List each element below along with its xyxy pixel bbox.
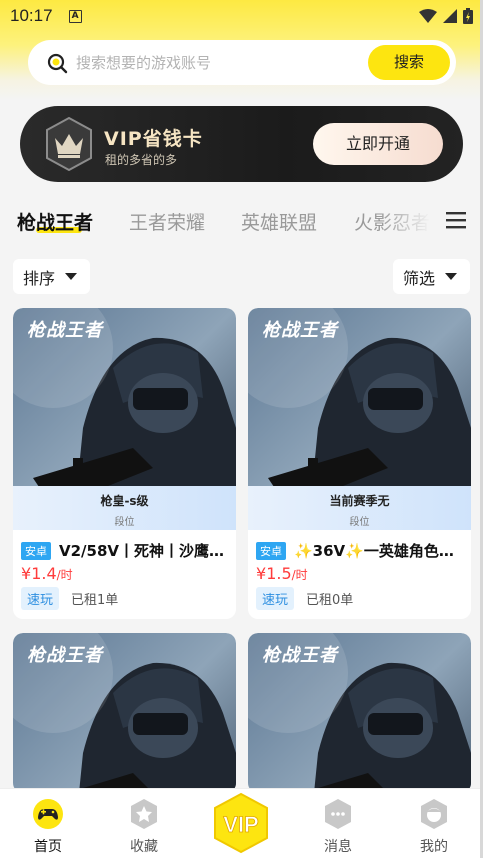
rank-label: 段位 <box>114 517 135 528</box>
rank-banner: 枪皇-s级 段位 <box>13 486 236 530</box>
chat-bubble-icon <box>325 799 351 829</box>
game-category-tabs: 枪战王者 王者荣耀 英雄联盟 火影忍者 <box>0 200 483 240</box>
vip-badge-text: VIP <box>223 812 258 837</box>
rank-label: 段位 <box>349 517 370 528</box>
nav-vip[interactable]: VIP <box>212 792 270 854</box>
game-cover-image: 枪战王者 <box>13 633 236 793</box>
os-badge: 安卓 <box>256 541 286 560</box>
vip-card-title: VIP省钱卡 <box>104 128 203 150</box>
status-bar: 10:17 A <box>0 0 483 32</box>
dropdown-caret-icon <box>65 273 78 280</box>
sort-dropdown[interactable]: 排序 <box>13 259 90 294</box>
tab-lol[interactable]: 英雄联盟 <box>241 208 317 235</box>
filter-dropdown[interactable]: 筛选 <box>393 259 470 294</box>
dropdown-caret-icon <box>445 273 458 280</box>
vip-card-subtitle: 租的多省的多 <box>105 153 178 167</box>
crown-badge-icon <box>46 116 92 172</box>
account-card[interactable]: 枪战王者 <box>248 633 471 793</box>
account-title: V2/58V丨死神丨沙鹰… <box>59 542 225 560</box>
nav-messages[interactable]: 消息 <box>308 797 368 856</box>
nav-home[interactable]: 首页 <box>18 797 78 856</box>
status-time: 10:17 <box>10 6 53 25</box>
wifi-icon <box>419 9 437 23</box>
account-card[interactable]: 枪战王者 <box>13 633 236 793</box>
search-button[interactable]: 搜索 <box>368 45 450 80</box>
menu-icon[interactable] <box>444 210 468 230</box>
activate-vip-button[interactable]: 立即开通 <box>313 123 443 165</box>
tab-qiangzhan[interactable]: 枪战王者 <box>17 208 93 235</box>
vip-badge-icon: VIP <box>214 792 268 854</box>
price: ¥1.4/时 <box>21 564 73 583</box>
os-badge: 安卓 <box>21 541 51 560</box>
search-icon <box>47 53 68 73</box>
account-card[interactable]: 枪战王者 枪皇-s级 段位 安卓 V2/58V丨死神丨沙鹰… ¥1.4/时 速玩… <box>13 308 236 619</box>
rented-count: 已租0单 <box>306 593 354 608</box>
rank-title: 枪皇-s级 <box>100 494 149 508</box>
fast-play-tag: 速玩 <box>256 587 295 610</box>
rank-title: 当前赛季无 <box>329 494 390 508</box>
rank-banner: 当前赛季无 段位 <box>248 486 471 530</box>
search-input[interactable]: 搜索想要的游戏账号 <box>76 52 211 73</box>
battery-charging-icon <box>463 8 473 24</box>
cover-title: 枪战王者 <box>27 320 103 341</box>
cellular-signal-icon <box>443 9 457 23</box>
star-icon <box>131 799 157 829</box>
cover-title: 枪战王者 <box>262 645 338 666</box>
gamepad-icon <box>33 799 63 829</box>
nav-profile[interactable]: 我的 <box>404 797 464 856</box>
bottom-navigation: 首页 收藏 VIP 消息 我的 <box>0 788 483 858</box>
vip-savings-card[interactable]: VIP省钱卡 租的多省的多 立即开通 <box>20 106 463 182</box>
notification-icon: A <box>68 9 82 23</box>
account-title: ✨36V✨一英雄角色… <box>294 542 454 560</box>
nav-favorites[interactable]: 收藏 <box>114 797 174 856</box>
game-cover-image: 枪战王者 <box>248 633 471 793</box>
profile-face-icon <box>421 799 447 829</box>
search-bar[interactable]: 搜索想要的游戏账号 搜索 <box>28 40 456 85</box>
price: ¥1.5/时 <box>256 564 308 583</box>
tab-wangzhe[interactable]: 王者荣耀 <box>129 208 205 235</box>
cover-title: 枪战王者 <box>27 645 103 666</box>
fast-play-tag: 速玩 <box>21 587 60 610</box>
cover-title: 枪战王者 <box>262 320 338 341</box>
account-card[interactable]: 枪战王者 当前赛季无 段位 安卓 ✨36V✨一英雄角色… ¥1.5/时 速玩 已… <box>248 308 471 619</box>
rented-count: 已租1单 <box>71 593 119 608</box>
